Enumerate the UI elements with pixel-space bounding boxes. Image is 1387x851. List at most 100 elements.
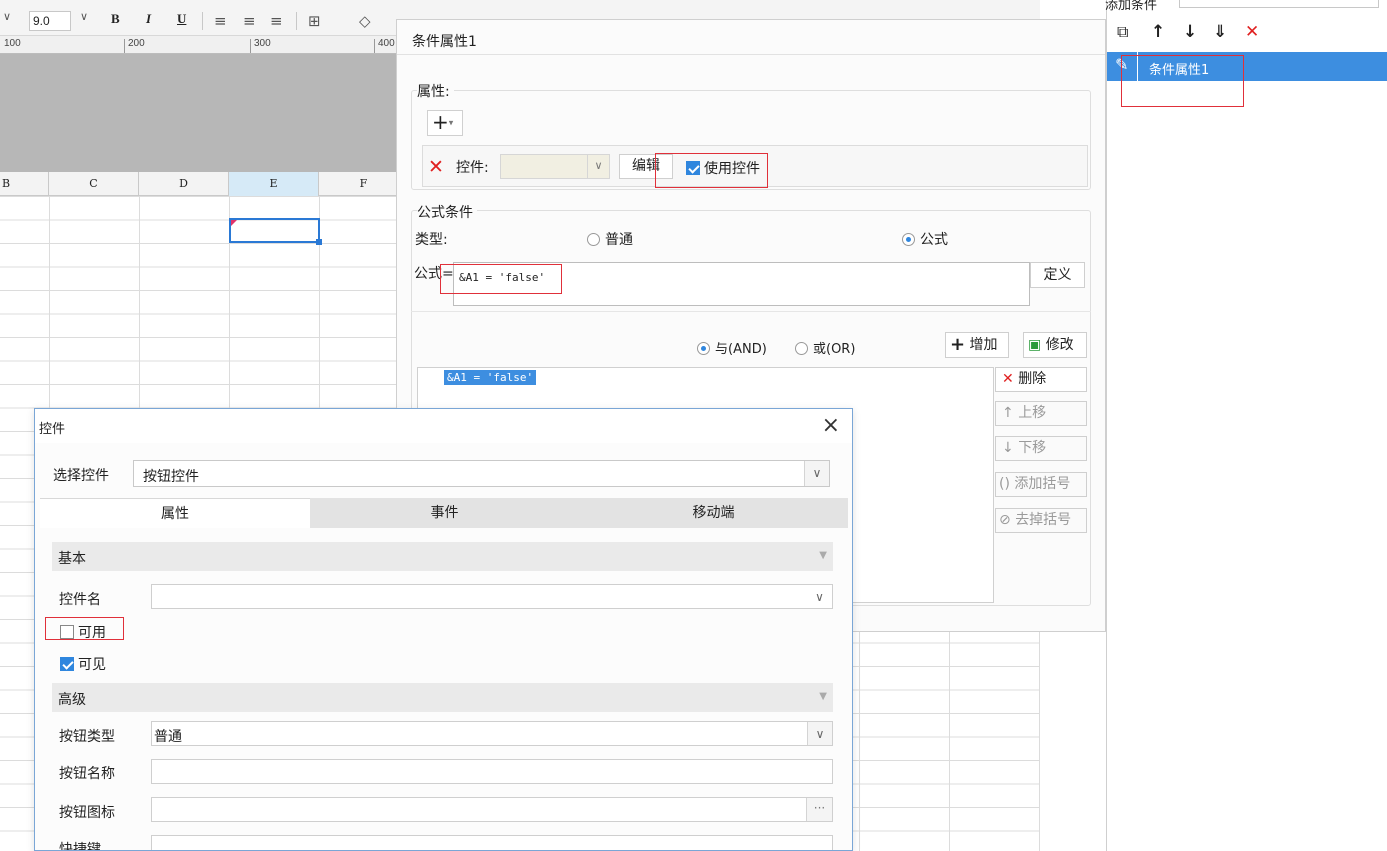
underline-button[interactable]: U bbox=[177, 11, 186, 27]
button-icon-input[interactable]: ··· bbox=[151, 797, 833, 822]
font-size-dropdown-icon[interactable]: ∨ bbox=[80, 10, 88, 23]
align-center-icon[interactable]: ≡ bbox=[243, 12, 256, 30]
add-attribute-button[interactable]: +▾ bbox=[427, 110, 463, 136]
remove-bracket-label: 去掉括号 bbox=[1015, 512, 1072, 528]
move-to-bottom-icon[interactable]: ⇓ bbox=[1213, 22, 1227, 42]
radio-or[interactable]: 或(OR) bbox=[795, 338, 855, 357]
chevron-down-icon[interactable]: ∨ bbox=[3, 10, 11, 23]
radio-selected-icon[interactable] bbox=[902, 233, 915, 246]
highlight-box bbox=[440, 264, 562, 294]
selected-cell[interactable] bbox=[229, 218, 322, 245]
attribute-group-label: 属性: bbox=[417, 81, 454, 101]
dialog-titlebar: 控件 × bbox=[35, 409, 852, 443]
collapse-icon[interactable]: ▼ bbox=[819, 691, 827, 702]
section-basic[interactable]: 基本 ▼ bbox=[52, 542, 833, 571]
fill-handle[interactable] bbox=[316, 239, 322, 245]
ruler-mark: 300 bbox=[254, 38, 271, 49]
ruler-tick bbox=[250, 39, 251, 53]
tab-mobile[interactable]: 移动端 bbox=[579, 498, 848, 528]
section-advanced-title: 高级 bbox=[58, 692, 86, 708]
close-icon[interactable]: × bbox=[822, 413, 840, 438]
button-type-label: 按钮类型 bbox=[59, 729, 115, 745]
move-up-button[interactable]: ↑ 上移 bbox=[995, 401, 1087, 426]
radio-icon[interactable] bbox=[795, 342, 808, 355]
column-header-b[interactable]: B bbox=[0, 172, 49, 196]
chevron-down-icon[interactable]: ∨ bbox=[587, 155, 609, 178]
button-name-label: 按钮名称 bbox=[59, 766, 115, 782]
border-icon[interactable]: ⊞ bbox=[308, 12, 321, 30]
control-label: 控件: bbox=[456, 160, 489, 176]
fill-color-icon[interactable]: ◇ bbox=[359, 12, 371, 30]
column-header-d[interactable]: D bbox=[139, 172, 229, 196]
delete-button-label: 删除 bbox=[1018, 371, 1047, 387]
column-header-c[interactable]: C bbox=[49, 172, 139, 196]
ruler-tick bbox=[124, 39, 125, 53]
checkbox-checked-icon[interactable] bbox=[60, 657, 74, 671]
list-item[interactable]: &A1 = 'false' bbox=[444, 370, 537, 385]
chevron-down-icon[interactable]: ∨ bbox=[804, 461, 829, 486]
control-name-label: 控件名 bbox=[59, 592, 101, 608]
choose-control-label: 选择控件 bbox=[53, 468, 109, 484]
control-select[interactable]: ∨ bbox=[500, 154, 610, 179]
chevron-down-icon[interactable]: ∨ bbox=[807, 585, 832, 608]
radio-selected-icon[interactable] bbox=[697, 342, 710, 355]
browse-icon[interactable]: ··· bbox=[806, 798, 832, 821]
tab-events[interactable]: 事件 bbox=[310, 498, 579, 528]
arrow-down-icon[interactable]: ↓ bbox=[1183, 22, 1197, 42]
radio-normal[interactable]: 普通 bbox=[587, 229, 633, 249]
modify-button[interactable]: ▣ 修改 bbox=[1023, 332, 1087, 358]
delete-icon: ✕ bbox=[1002, 371, 1014, 387]
button-icon-label: 按钮图标 bbox=[59, 805, 115, 821]
condition-list-panel: 添加条件 ⧉ ↑ ↓ ⇓ ✕ ✎ 条件属性1 bbox=[1105, 0, 1387, 851]
visible-checkbox[interactable]: 可见 bbox=[60, 654, 106, 674]
ruler-mark: 400 bbox=[378, 38, 395, 49]
ruler-mark: 200 bbox=[128, 38, 145, 49]
define-button[interactable]: 定义 bbox=[1030, 262, 1085, 288]
modify-icon: ▣ bbox=[1028, 337, 1042, 353]
italic-button[interactable]: I bbox=[146, 11, 151, 27]
radio-and[interactable]: 与(AND) bbox=[697, 338, 767, 357]
add-condition-label: 添加条件 bbox=[1105, 0, 1158, 13]
font-size-input[interactable]: 9.0 bbox=[29, 11, 71, 31]
divider bbox=[411, 311, 1091, 312]
radio-formula-label: 公式 bbox=[920, 232, 948, 248]
shortcut-input[interactable] bbox=[151, 835, 833, 850]
ruler-mark: 100 bbox=[4, 38, 21, 49]
add-button[interactable]: + 增加 bbox=[945, 332, 1009, 358]
remove-attribute-icon[interactable]: ✕ bbox=[428, 156, 444, 178]
align-left-icon[interactable]: ≡ bbox=[214, 12, 227, 30]
collapse-icon[interactable]: ▼ bbox=[819, 550, 827, 561]
tab-properties[interactable]: 属性 bbox=[40, 498, 310, 528]
cell-condition-marker bbox=[231, 220, 237, 226]
arrow-up-icon: ↑ bbox=[1002, 405, 1014, 421]
dialog-title: 控件 bbox=[39, 422, 66, 437]
highlight-box bbox=[655, 153, 768, 188]
copy-icon[interactable]: ⧉ bbox=[1117, 22, 1128, 42]
arrow-down-icon: ↓ bbox=[1002, 440, 1014, 456]
panel-top-field[interactable] bbox=[1179, 0, 1379, 8]
button-type-select[interactable]: 普通 ∨ bbox=[151, 721, 833, 746]
chevron-down-icon[interactable]: ∨ bbox=[807, 722, 832, 745]
move-down-button[interactable]: ↓ 下移 bbox=[995, 436, 1087, 461]
or-label: 或(OR) bbox=[813, 342, 856, 357]
and-label: 与(AND) bbox=[715, 342, 767, 357]
delete-icon[interactable]: ✕ bbox=[1245, 22, 1259, 42]
radio-normal-label: 普通 bbox=[605, 232, 633, 248]
radio-formula[interactable]: 公式 bbox=[902, 229, 948, 249]
section-advanced[interactable]: 高级 ▼ bbox=[52, 683, 833, 712]
delete-button[interactable]: ✕ 删除 bbox=[995, 367, 1087, 392]
remove-bracket-button[interactable]: ⊘ 去掉括号 bbox=[995, 508, 1087, 533]
control-name-input[interactable]: ∨ bbox=[151, 584, 833, 609]
choose-control-select[interactable]: 按钮控件 ∨ bbox=[133, 460, 830, 487]
add-bracket-button[interactable]: () 添加括号 bbox=[995, 472, 1087, 497]
bold-button[interactable]: B bbox=[111, 11, 120, 27]
align-right-icon[interactable]: ≡ bbox=[270, 12, 283, 30]
arrow-up-icon[interactable]: ↑ bbox=[1151, 22, 1165, 42]
radio-icon[interactable] bbox=[587, 233, 600, 246]
add-button-label: 增加 bbox=[969, 337, 998, 353]
column-header-e[interactable]: E bbox=[229, 172, 319, 196]
button-name-input[interactable] bbox=[151, 759, 833, 784]
section-basic-title: 基本 bbox=[58, 551, 86, 567]
highlight-box bbox=[1121, 55, 1244, 107]
ruler-tick bbox=[374, 39, 375, 53]
